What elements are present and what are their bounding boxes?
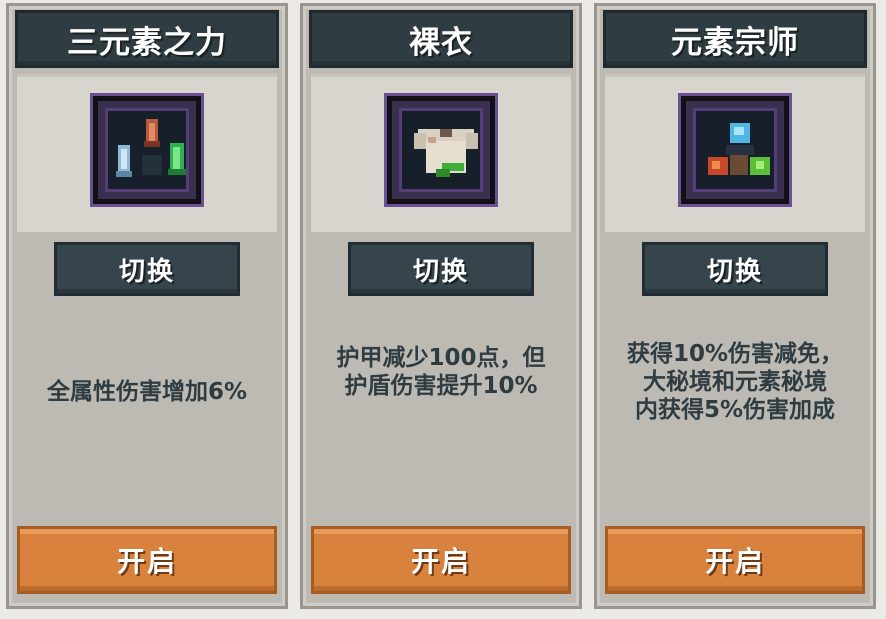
description-line: 全属性伤害增加6% (46, 379, 248, 405)
enable-button[interactable]: 开启 (311, 526, 571, 594)
card-description: 获得10%伤害减免， 大秘境和元素秘境 内获得5%伤害加成 (605, 302, 865, 462)
card-title: 裸衣 (409, 24, 473, 61)
card-title: 元素宗师 (671, 24, 799, 61)
description-line: 护甲减少100点，但 (336, 345, 546, 371)
icon-area (311, 74, 571, 232)
switch-button-label: 切换 (706, 256, 763, 287)
talent-card-bare-shirt: 裸衣 切换 护甲减少100点，但 护盾伤害提升10% 开启 (300, 3, 582, 609)
description-line: 护盾伤害提升10% (344, 373, 538, 399)
switch-button[interactable]: 切换 (54, 242, 240, 296)
bare-shirt-icon (387, 96, 495, 204)
description-line: 内获得5%伤害加成 (634, 397, 836, 423)
enable-button[interactable]: 开启 (17, 526, 277, 594)
enable-button-label: 开启 (116, 545, 177, 578)
three-element-crystals-icon (93, 96, 201, 204)
switch-button-label: 切换 (412, 256, 469, 287)
enable-button-label: 开启 (410, 545, 471, 578)
card-title-bar: 裸衣 (309, 10, 573, 68)
icon-area (17, 74, 277, 232)
card-title-bar: 元素宗师 (603, 10, 867, 68)
talent-card-three-elements: 三元素之力 切换 全属性伤害增加6% 开启 (6, 3, 288, 609)
card-description: 护甲减少100点，但 护盾伤害提升10% (311, 302, 571, 442)
description-line: 获得10%伤害减免， (626, 341, 844, 367)
enable-button-label: 开启 (704, 545, 765, 578)
switch-button[interactable]: 切换 (348, 242, 534, 296)
card-description: 全属性伤害增加6% (17, 302, 277, 482)
card-title-bar: 三元素之力 (15, 10, 279, 68)
icon-area (605, 74, 865, 232)
description-line: 大秘境和元素秘境 (643, 369, 827, 395)
switch-button[interactable]: 切换 (642, 242, 828, 296)
element-master-gems-icon (681, 96, 789, 204)
switch-button-label: 切换 (118, 256, 175, 287)
talent-card-element-master: 元素宗师 切换 获得10%伤害减免， 大秘境和元素秘境 内获得5%伤害加成 开启 (594, 3, 876, 609)
enable-button[interactable]: 开启 (605, 526, 865, 594)
card-title: 三元素之力 (67, 24, 227, 61)
